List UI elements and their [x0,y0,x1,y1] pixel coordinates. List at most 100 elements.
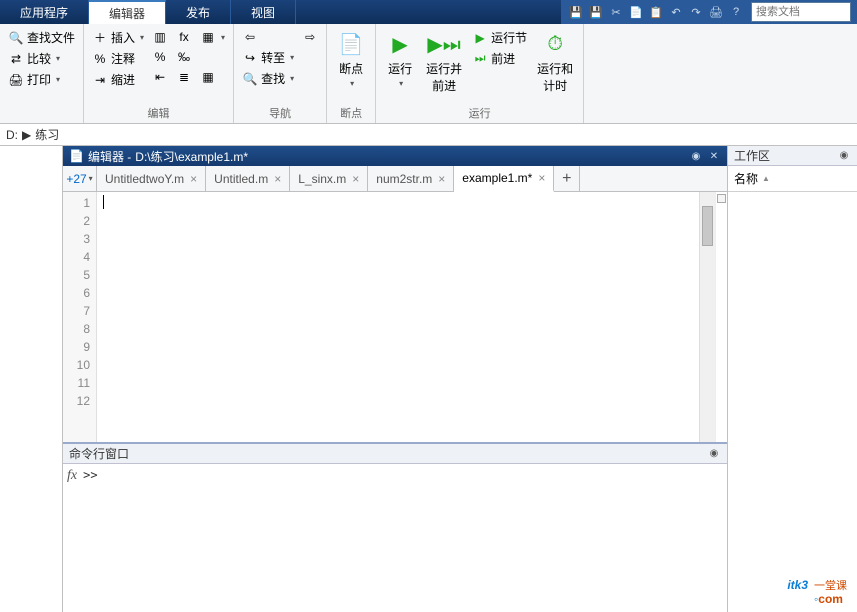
menu-tabs: 应用程序编辑器发布视图 💾 💾 ✂ 📄 📋 ↶ ↷ 🖨 ? [0,0,857,24]
dropdown-icon[interactable]: ◉ [707,447,721,461]
fx[interactable]: fx [174,28,194,46]
run-time-icon: ⏱ [541,30,569,58]
vertical-scrollbar[interactable] [699,192,715,442]
close-icon[interactable]: × [274,172,281,186]
command-window-title: 命令行窗口 [69,445,129,462]
cut-icon[interactable]: ✂ [607,3,625,21]
editor-titlebar: 📄 编辑器 - D:\练习\example1.m* ◉ ✕ [63,146,727,166]
ribbon-group: ⇦↪转至▾🔍查找▾⇨导航 [234,24,327,123]
line-number: 7 [63,302,90,320]
close-icon[interactable]: × [190,172,197,186]
command-window[interactable]: fx >> [63,464,727,612]
editor-tab[interactable]: example1.m*× [454,166,554,192]
tab-label: num2str.m [376,172,432,186]
uncomment-icon: ‰ [176,49,192,65]
command-window-panel: 命令行窗口 ◉ fx >> [63,442,727,612]
chevron-down-icon: ▾ [290,53,294,62]
ribbon-group-label: 运行 [382,103,577,123]
indent[interactable]: ⇥缩进 [90,70,146,89]
save-all-icon[interactable]: 💾 [587,3,605,21]
editor-tab[interactable]: L_sinx.m × [290,166,368,191]
find-file[interactable]: 🔍查找文件 [6,28,77,47]
menu-tab-1[interactable]: 编辑器 [89,0,166,24]
dropdown-icon[interactable]: ◉ [837,149,851,163]
menu-tab-0[interactable]: 应用程序 [0,0,89,24]
copy-icon[interactable]: 📄 [627,3,645,21]
code-editor[interactable]: 123456789101112 [63,192,727,442]
comment-icon: % [92,51,108,67]
outdent[interactable]: ⇤ [150,68,170,86]
help-icon[interactable]: ? [727,3,745,21]
run[interactable]: ▶运行▾ [382,28,418,90]
chevron-down-icon: ▾ [399,79,403,88]
uncomment[interactable]: ‰ [174,48,194,66]
left-sidebar [0,146,63,612]
run-advance[interactable]: ▶⏭运行并 前进 [422,28,466,96]
line-number: 1 [63,194,90,212]
back-icon: ⇦ [242,29,258,45]
line-number: 8 [63,320,90,338]
close-icon[interactable]: × [538,171,545,185]
scrollbar-thumb[interactable] [702,206,713,246]
insert[interactable]: ＋插入▾ [90,28,146,47]
insert-section[interactable]: ▥ [150,28,170,46]
breadcrumb-item[interactable]: D: [6,128,18,142]
chevron-down-icon: ▾ [56,75,60,84]
ribbon-group: 🔍查找文件 ⇄比较▾ 🖨打印▾ [0,24,84,123]
ribbon-group: ＋插入▾%注释⇥缩进▥%⇤fx‰≣▦▾▦编辑 [84,24,234,123]
spacer[interactable] [198,48,227,66]
find-file-icon: 🔍 [8,30,24,46]
redo-icon[interactable]: ↷ [687,3,705,21]
find[interactable]: 🔍查找▾ [240,69,296,88]
close-icon[interactable]: × [438,172,445,186]
goto[interactable]: ↪转至▾ [240,48,296,67]
ribbon-group: 📄断点▾断点 [327,24,376,123]
code-body[interactable] [97,192,699,442]
compare[interactable]: ⇄比较▾ [6,49,77,68]
add-tab-button[interactable]: + [554,166,580,191]
advance-icon: ⏭ [472,51,488,67]
dropdown-icon[interactable]: ◉ [689,149,703,163]
search-docs-input[interactable] [751,2,851,22]
print-icon[interactable]: 🖨 [707,3,725,21]
paste-icon[interactable]: 📋 [647,3,665,21]
fwd[interactable]: ⇨ [300,28,320,46]
command-prompt: >> [83,468,97,608]
run-section[interactable]: ▶运行节 [470,28,529,47]
comment[interactable]: %注释 [90,49,146,68]
code-fold[interactable]: ▦▾ [198,28,227,46]
editor-tab[interactable]: Untitled.m× [206,166,290,191]
chevron-down-icon: ▾ [140,33,144,42]
workspace-titlebar: 工作区 ◉ [728,146,857,166]
workspace-title: 工作区 [734,147,770,164]
close-icon[interactable]: × [352,172,359,186]
line-number: 2 [63,212,90,230]
editor-tab[interactable]: num2str.m × [368,166,454,191]
undo-icon[interactable]: ↶ [667,3,685,21]
format[interactable]: ▦ [198,68,227,86]
chevron-right-icon: ▶ [22,128,31,142]
document-icon: 📄 [69,149,84,163]
advance[interactable]: ⏭前进 [470,49,529,68]
fx-icon: fx [176,29,192,45]
find-icon: 🔍 [242,71,258,87]
print[interactable]: 🖨打印▾ [6,70,77,89]
editor-tab[interactable]: UntitledtwoY.m× [97,166,206,191]
comment-toggle[interactable]: % [150,48,170,66]
menu-tab-2[interactable]: 发布 [166,0,231,24]
close-icon[interactable]: ✕ [707,149,721,163]
menu-tab-3[interactable]: 视图 [231,0,296,24]
workspace-column-header[interactable]: 名称 ▲ [728,166,857,192]
message-margin [715,192,727,442]
run-time[interactable]: ⏱运行和 计时 [533,28,577,96]
insert-section-icon: ▥ [152,29,168,45]
smart-indent[interactable]: ≣ [174,68,194,86]
back[interactable]: ⇦ [240,28,296,46]
breadcrumb-item[interactable]: 练习 [35,126,59,143]
editor-tabs: +27▾ UntitledtwoY.m×Untitled.m× L_sinx.m ×… [63,166,727,192]
fx-icon[interactable]: fx [67,468,77,608]
breakpoints[interactable]: 📄断点▾ [333,28,369,90]
tab-label: L_sinx.m [298,172,346,186]
save-icon[interactable]: 💾 [567,3,585,21]
tab-overflow-button[interactable]: +27▾ [63,166,97,191]
